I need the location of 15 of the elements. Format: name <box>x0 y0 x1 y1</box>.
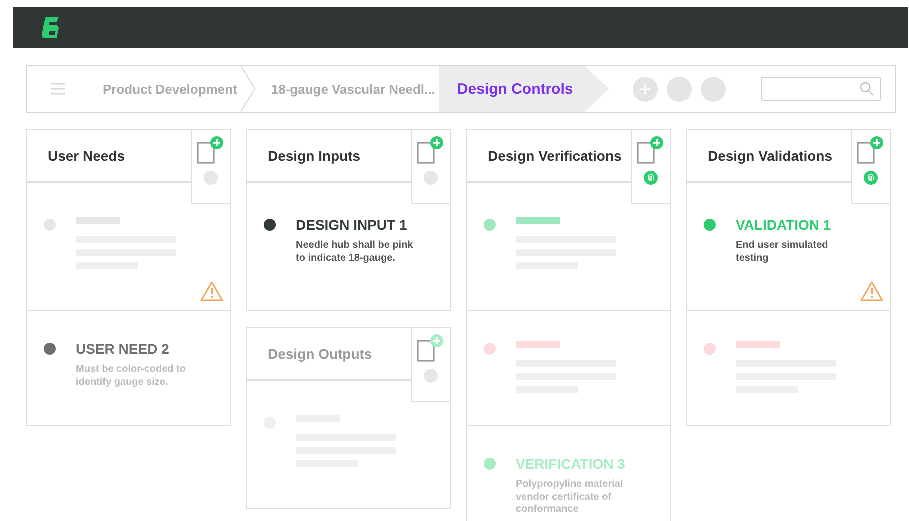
column-title: User Needs <box>48 148 126 164</box>
column-title: Design Outputs <box>268 346 372 362</box>
column-title: Design Inputs <box>268 148 361 164</box>
item-card[interactable]: USER NEED 2 Must be color-coded to identify gauge size. <box>27 310 230 425</box>
column-title: Design Validations <box>708 148 832 164</box>
item-title: DESIGN INPUT 1 <box>296 217 408 233</box>
item-description: Needle hub shall be pink to indicate 18-gauge. <box>296 240 414 265</box>
breadcrumb-item[interactable]: Design Controls <box>439 66 610 112</box>
item-description: End user simulated testing <box>736 240 830 265</box>
item-title: VERIFICATION 3 <box>516 456 626 472</box>
item-description: Must be color-coded to identify gauge size. <box>76 364 187 389</box>
column-title: Design Verifications <box>488 148 622 164</box>
item-description: Polypropyline material vendor certificate of conformance <box>516 479 624 516</box>
item-title: VALIDATION 1 <box>736 217 832 233</box>
item-title: USER NEED 2 <box>76 341 170 357</box>
